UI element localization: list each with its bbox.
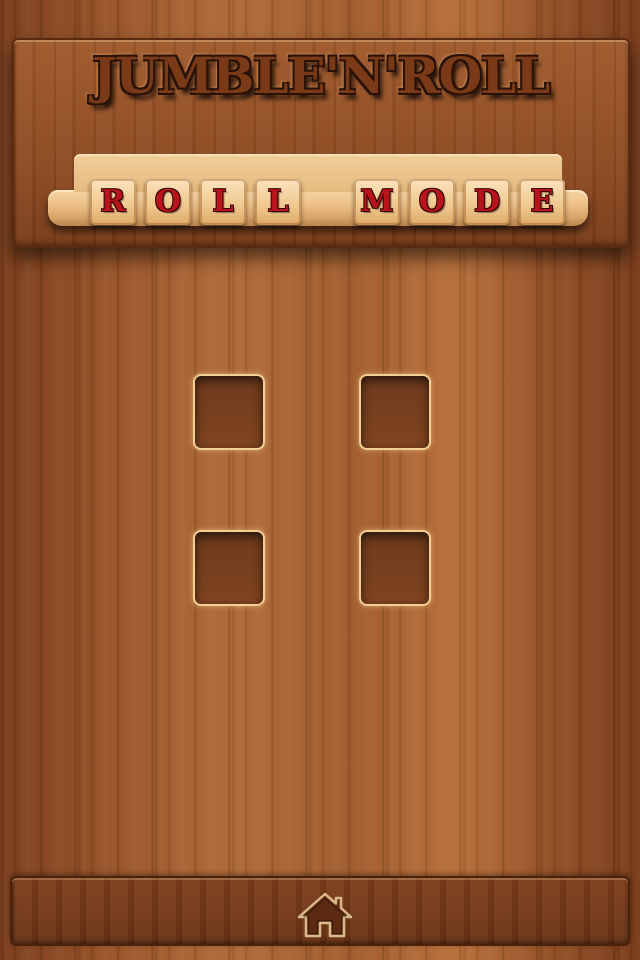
bottom-bar [10,876,630,946]
header-board: JUMBLE'N'ROLL R O L L M O D E [12,38,630,248]
tile-slot-4[interactable] [359,530,431,606]
letter-tile: L [255,179,301,225]
letter-tile: E [519,179,565,225]
letter-tile: M [354,179,400,225]
home-icon [297,892,353,938]
tile-slot-3[interactable] [193,530,265,606]
tile-slot-2[interactable] [359,374,431,450]
letter-tile: D [464,179,510,225]
letter-tile: L [200,179,246,225]
letter-tile: R [90,179,136,225]
letter-tile: O [145,179,191,225]
tile-slot-1[interactable] [193,374,265,450]
game-title: JUMBLE'N'ROLL [92,46,551,105]
home-button[interactable] [295,890,355,940]
tile-spacer [310,179,345,225]
letter-tile: O [409,179,455,225]
mode-tiles: R O L L M O D E [90,178,565,226]
